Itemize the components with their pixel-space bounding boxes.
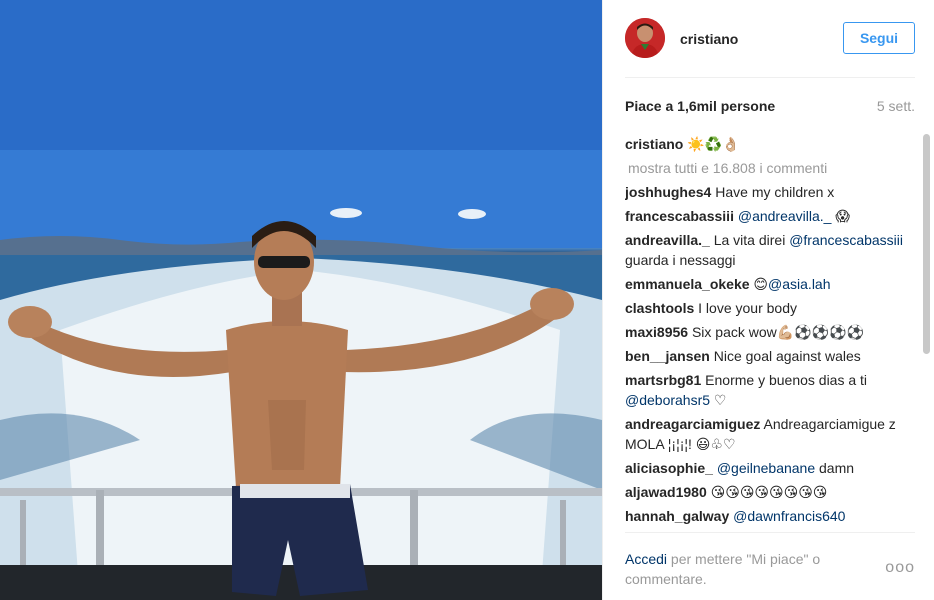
comment-item: andreavilla._ La vita direi @francescaba… <box>625 230 921 270</box>
login-prompt: Accedi per mettere "Mi piace" o commenta… <box>625 549 855 589</box>
comment-username[interactable]: ben__jansen <box>625 348 710 364</box>
comment-text: 😱 <box>831 208 850 224</box>
comment-text: damn <box>815 460 855 476</box>
comment-mention[interactable]: @francescabassiii <box>789 232 903 248</box>
likes-count[interactable]: Piace a 1,6mil persone <box>625 98 775 114</box>
follow-button[interactable]: Segui <box>843 22 915 54</box>
comment-username[interactable]: emmanuela_okeke <box>625 276 750 292</box>
comment-username[interactable]: andreagarciamiguez <box>625 416 760 432</box>
comment-mention[interactable]: @deborahsr5 <box>625 392 710 408</box>
comment-mention[interactable]: @geilnebanane <box>717 460 815 476</box>
comment-item: andreagarciamiguez Andreagarciamigue z M… <box>625 414 921 454</box>
comment-item: clashtools I love your body <box>625 298 921 318</box>
comment-item: joshhughes4 Have my children x <box>625 182 921 202</box>
comment-username[interactable]: aljawad1980 <box>625 484 707 500</box>
caption-username[interactable]: cristiano <box>625 136 683 152</box>
avatar[interactable] <box>625 18 665 58</box>
comment-item: aliciasophie_ @geilnebanane damn <box>625 458 921 478</box>
comment-mention[interactable]: @asia.lah <box>768 276 830 292</box>
comment-username[interactable]: francescabassiii <box>625 208 734 224</box>
comment-mention[interactable]: @andreavilla._ <box>738 208 832 224</box>
comment-username[interactable]: martsrbg81 <box>625 372 701 388</box>
more-options-icon[interactable]: ooo <box>885 559 915 577</box>
avatar-image <box>625 18 665 58</box>
comment-item: martsrbg81 Enorme y buenos dias a ti @de… <box>625 370 921 410</box>
comment-item: emmanuela_okeke 😊@asia.lah <box>625 274 921 294</box>
comment-username[interactable]: hannah_galway <box>625 508 729 524</box>
comment-text: ♡ <box>710 392 727 408</box>
post-photo[interactable] <box>0 0 602 600</box>
comment-item: ben__jansen Nice goal against wales <box>625 346 921 366</box>
comment-item: francescabassiii @andreavilla._ 😱 <box>625 206 921 226</box>
comment-items: joshhughes4 Have my children x francescab… <box>625 182 921 526</box>
view-all-comments-link[interactable]: mostra tutti e 16.808 i commenti <box>628 158 921 178</box>
comment-text: La vita direi <box>713 232 790 248</box>
comment-text: Six pack wow💪🏼⚽⚽⚽⚽ <box>691 324 864 340</box>
comments-scrollbar[interactable] <box>923 134 930 354</box>
timestamp[interactable]: 5 sett. <box>877 98 915 114</box>
comment-text: Nice goal against wales <box>713 348 861 364</box>
post-header: cristiano Segui <box>625 0 915 78</box>
comment-item: maxi8956 Six pack wow💪🏼⚽⚽⚽⚽ <box>625 322 921 342</box>
comment-username[interactable]: maxi8956 <box>625 324 688 340</box>
comment-mention[interactable]: @dawnfrancis640 <box>733 508 845 524</box>
comment-text: 😘😘😘😘😘😘😘😘 <box>710 484 828 500</box>
post-details-panel: cristiano Segui Piace a 1,6mil persone 5… <box>602 0 934 600</box>
comment-item: aljawad1980 😘😘😘😘😘😘😘😘 <box>625 482 921 502</box>
comment-text: guarda i nessaggi <box>625 252 736 268</box>
comment-username[interactable]: andreavilla._ <box>625 232 710 248</box>
comment-item: hannah_galway @dawnfrancis640 <box>625 506 921 526</box>
comment-username[interactable]: clashtools <box>625 300 694 316</box>
comment-text: 😊 <box>753 276 769 292</box>
caption-text: ☀️♻️👌🏼 <box>687 136 740 152</box>
login-link[interactable]: Accedi <box>625 551 667 567</box>
caption: cristiano ☀️♻️👌🏼 <box>625 134 921 154</box>
photo-illustration <box>0 0 602 600</box>
comment-username[interactable]: aliciasophie_ <box>625 460 713 476</box>
comment-username[interactable]: joshhughes4 <box>625 184 711 200</box>
comments-list[interactable]: cristiano ☀️♻️👌🏼 mostra tutti e 16.808 i… <box>625 134 921 532</box>
username[interactable]: cristiano <box>680 31 738 47</box>
comment-text: I love your body <box>698 300 797 316</box>
comment-text: Enorme y buenos dias a ti <box>705 372 868 388</box>
comment-text: Have my children x <box>715 184 835 200</box>
likes-row: Piace a 1,6mil persone 5 sett. <box>625 98 915 118</box>
post-footer: Accedi per mettere "Mi piace" o commenta… <box>625 532 915 600</box>
